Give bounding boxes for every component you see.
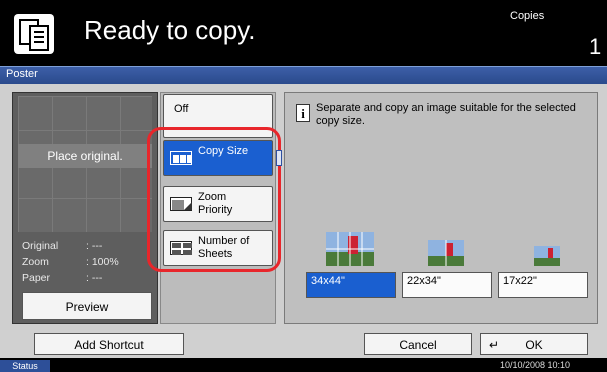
ok-button[interactable]: ↵ OK (480, 333, 588, 355)
copy-app-icon (14, 14, 54, 54)
copies-label: Copies (510, 10, 545, 22)
description-text: Separate and copy an image suitable for … (316, 102, 576, 127)
preview-button[interactable]: Preview (22, 292, 152, 320)
off-label: Off (174, 103, 189, 115)
chevron-right-icon (276, 150, 282, 166)
size-34x44-illustration (326, 232, 374, 266)
function-title-strip (0, 66, 607, 84)
info-icon: i (296, 104, 310, 122)
zoom-label: Zoom (22, 256, 49, 268)
copies-count: 1 (589, 34, 602, 59)
date-time: 10/10/2008 10:10 (500, 360, 571, 370)
page-title: Ready to copy. (84, 15, 256, 45)
original-label: Original (22, 240, 59, 252)
zoom-value: : 100% (86, 256, 119, 268)
size-34x44-button[interactable]: 34x44" (306, 272, 396, 298)
paper-value: : --- (86, 272, 103, 284)
cancel-button[interactable]: Cancel (364, 333, 472, 355)
place-original-message: Place original. (18, 144, 152, 168)
status-button[interactable]: Status (0, 360, 50, 372)
enter-icon: ↵ (489, 338, 500, 352)
paper-label: Paper (22, 272, 51, 284)
highlight-outline (147, 127, 281, 272)
size-22x34-button[interactable]: 22x34" (402, 272, 492, 298)
ok-label: OK (525, 338, 543, 352)
original-value: : --- (86, 240, 103, 252)
function-title: Poster (6, 68, 38, 80)
size-17x22-button[interactable]: 17x22" (498, 272, 588, 298)
add-shortcut-button[interactable]: Add Shortcut (34, 333, 184, 355)
size-22x34-illustration (428, 240, 464, 266)
size-17x22-illustration (534, 246, 560, 266)
